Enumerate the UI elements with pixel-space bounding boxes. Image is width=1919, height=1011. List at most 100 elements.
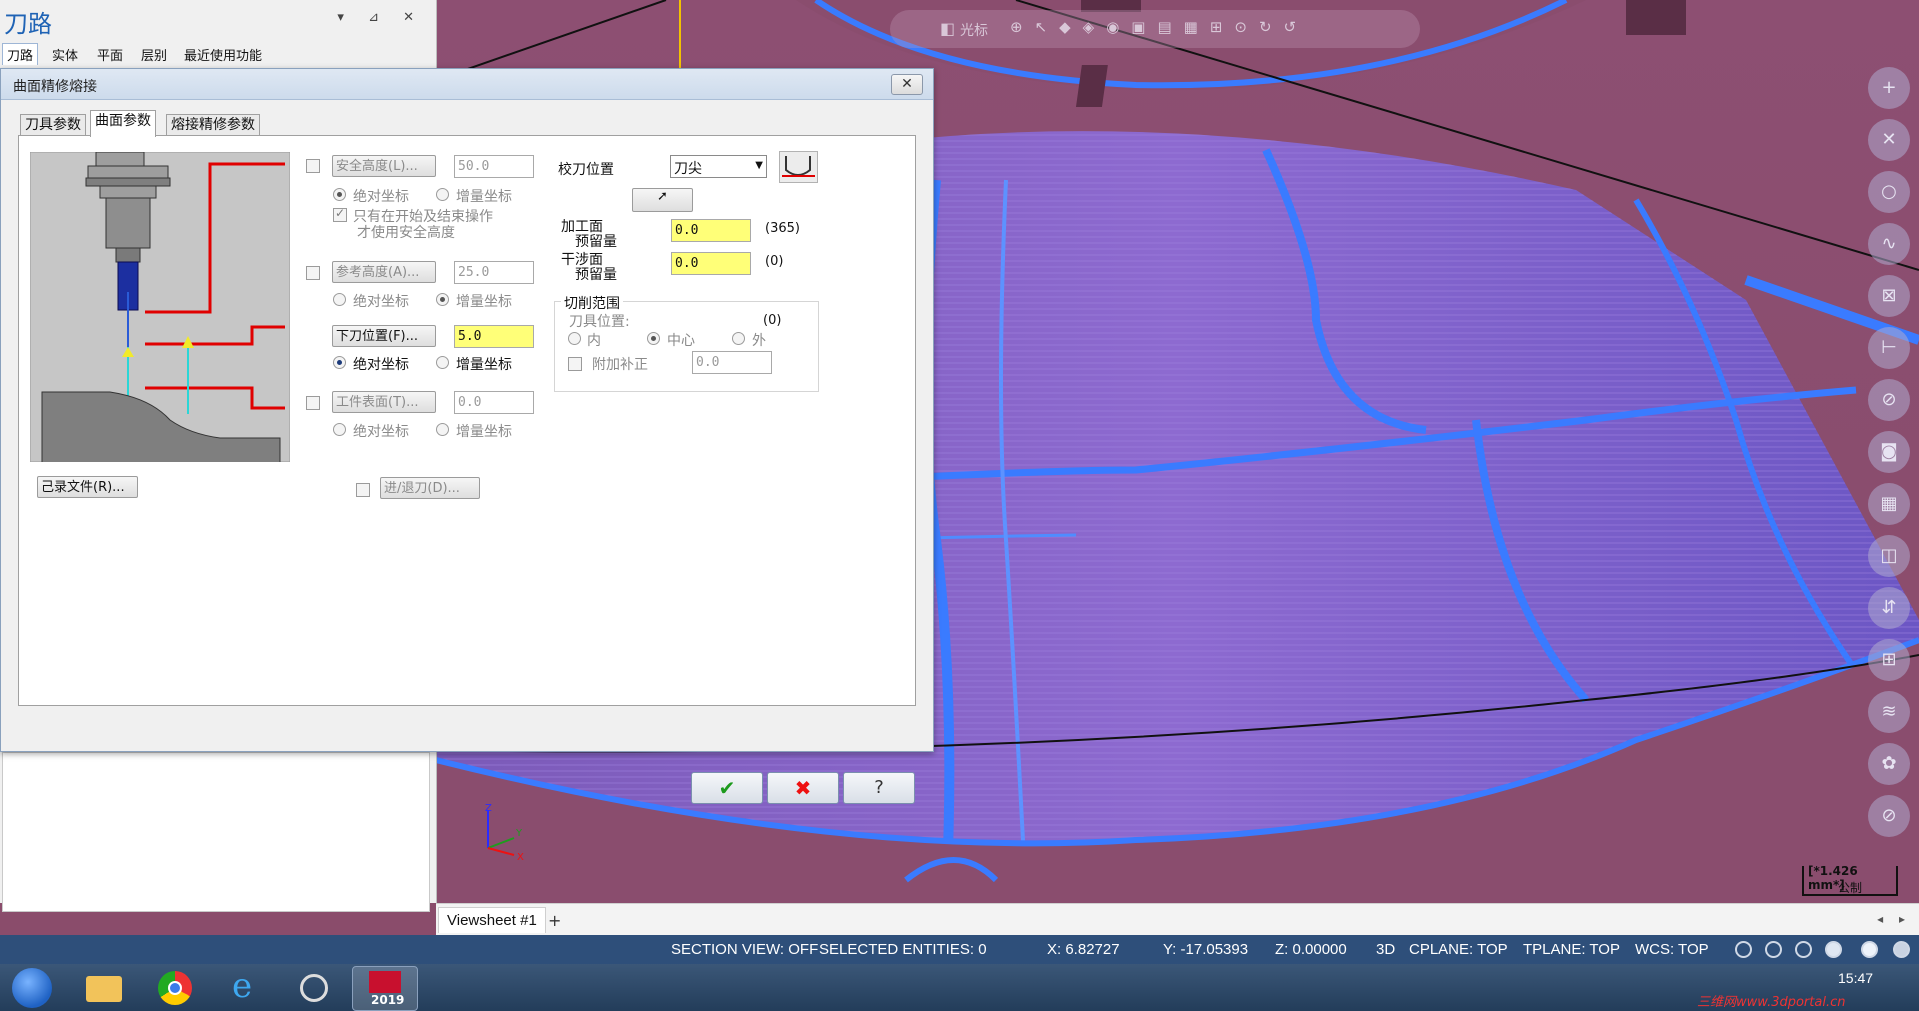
material-icon[interactable] bbox=[1893, 941, 1910, 958]
safe-height-checkbox[interactable] bbox=[306, 159, 320, 173]
section-view-icon[interactable]: ⊠ bbox=[1868, 275, 1910, 317]
internet-explorer-icon[interactable]: e bbox=[212, 966, 276, 1009]
record-file-button[interactable]: 己录文件(R)... bbox=[37, 476, 138, 498]
ref-height-absolute-radio[interactable] bbox=[333, 293, 346, 306]
view-toolbar[interactable]: ◧ 光标 ⊕↖◆◈◉▣▤▦⊞⊙↻↺ bbox=[890, 10, 1420, 48]
top-stock-absolute-label: 绝对坐标 bbox=[353, 424, 409, 440]
entry-exit-button[interactable]: 进/退刀(D)... bbox=[380, 477, 480, 499]
ref-height-incremental-radio[interactable] bbox=[436, 293, 449, 306]
zoom-out-icon[interactable]: ✕ bbox=[1868, 119, 1910, 161]
stack-icon[interactable]: ≋ bbox=[1868, 691, 1910, 733]
file-explorer-icon[interactable] bbox=[72, 966, 136, 1009]
pan-icon[interactable]: ⊘ bbox=[1868, 379, 1910, 421]
only-start-end-checkbox[interactable] bbox=[333, 206, 347, 222]
cursor-arrow-icon: ➚ bbox=[657, 189, 668, 204]
tplane-status[interactable]: TPLANE: TOP bbox=[1523, 941, 1620, 958]
wcs-status[interactable]: WCS: TOP bbox=[1635, 941, 1709, 958]
zoom-fit-icon[interactable]: ○ bbox=[1868, 171, 1910, 213]
help-button[interactable]: ? bbox=[843, 772, 915, 804]
align-icon[interactable]: ⇵ bbox=[1868, 587, 1910, 629]
wireframe-icon[interactable] bbox=[1735, 941, 1752, 958]
z-coordinate[interactable]: Z: 0.00000 bbox=[1275, 941, 1347, 958]
select-surfaces-button[interactable]: ➚ bbox=[632, 188, 693, 212]
extra-comp-input[interactable]: 0.0 bbox=[692, 351, 772, 374]
tab-viewsheet-1[interactable]: Viewsheet #1 bbox=[438, 907, 546, 933]
safe-height-button[interactable]: 安全高度(L)... bbox=[332, 155, 436, 177]
ref-height-button[interactable]: 参考高度(A)... bbox=[332, 261, 436, 283]
tool-pos-inside-radio[interactable] bbox=[568, 332, 581, 345]
section-view-status[interactable]: SECTION VIEW: OFF bbox=[671, 941, 818, 958]
viewsheet-scroll-arrows[interactable]: ◂ ▸ bbox=[1877, 912, 1911, 926]
tab-planes[interactable]: 平面 bbox=[97, 45, 123, 64]
cursor-snap-icon[interactable]: ◧ bbox=[940, 19, 955, 38]
selected-entities-status: SELECTED ENTITIES: 0 bbox=[819, 941, 987, 958]
check-icon: ✔ bbox=[718, 776, 736, 800]
clear-icon[interactable]: ⊘ bbox=[1868, 795, 1910, 837]
feed-plane-input[interactable]: 5.0 bbox=[454, 325, 534, 348]
measure-icon[interactable]: ⊢ bbox=[1868, 327, 1910, 369]
ref-height-input[interactable]: 25.0 bbox=[454, 261, 534, 284]
check-surface-count: (0) bbox=[765, 254, 784, 269]
tab-toolpaths[interactable]: 刀路 bbox=[2, 43, 39, 65]
safe-height-absolute-radio[interactable] bbox=[333, 188, 346, 201]
feed-plane-incremental-radio[interactable] bbox=[436, 356, 449, 369]
check-stock-input[interactable]: 0.0 bbox=[671, 252, 751, 275]
tab-levels[interactable]: 层别 bbox=[141, 45, 167, 64]
drive-stock-input[interactable]: 0.0 bbox=[671, 219, 751, 242]
tab-tool-parameters[interactable]: 刀具参数 bbox=[20, 114, 86, 136]
help-icon: ? bbox=[874, 777, 884, 798]
tab-recent-functions[interactable]: 最近使用功能 bbox=[184, 45, 262, 64]
safe-height-incremental-radio[interactable] bbox=[436, 188, 449, 201]
panel-controls[interactable]: ▾ ⊿ ✕ bbox=[337, 10, 424, 25]
tab-surface-parameters[interactable]: 曲面参数 bbox=[90, 110, 156, 137]
zoom-in-icon[interactable]: + bbox=[1868, 67, 1910, 109]
tool-pos-outside-radio[interactable] bbox=[732, 332, 745, 345]
add-viewsheet-button[interactable]: + bbox=[548, 911, 561, 930]
tab-solids[interactable]: 实体 bbox=[52, 45, 78, 64]
entry-exit-checkbox[interactable] bbox=[356, 483, 370, 497]
tip-comp-value: 刀尖 bbox=[674, 161, 702, 177]
feed-plane-absolute-radio[interactable] bbox=[333, 356, 346, 369]
top-stock-checkbox[interactable] bbox=[306, 396, 320, 410]
chrome-icon[interactable] bbox=[142, 966, 206, 1009]
translucent-icon[interactable] bbox=[1861, 941, 1878, 958]
safe-height-input[interactable]: 50.0 bbox=[454, 155, 534, 178]
top-stock-incremental-radio[interactable] bbox=[436, 423, 449, 436]
top-stock-input[interactable]: 0.0 bbox=[454, 391, 534, 414]
grid-icon[interactable]: ⊞ bbox=[1868, 639, 1910, 681]
shaded-edges-icon[interactable] bbox=[1825, 941, 1842, 958]
feed-plane-absolute-label: 绝对坐标 bbox=[353, 357, 409, 373]
mastercam-icon[interactable]: 2019 bbox=[352, 966, 418, 1011]
shade-icon[interactable]: ◙ bbox=[1868, 431, 1910, 473]
ref-height-checkbox[interactable] bbox=[306, 266, 320, 280]
tip-comp-select[interactable]: 刀尖 ▼ bbox=[670, 155, 767, 178]
feed-plane-button[interactable]: 下刀位置(F)... bbox=[332, 325, 436, 347]
x-icon: ✖ bbox=[794, 776, 812, 800]
axis-y-label: Y bbox=[516, 828, 523, 839]
cplane-status[interactable]: CPLANE: TOP bbox=[1409, 941, 1508, 958]
rotate-icon[interactable]: ∿ bbox=[1868, 223, 1910, 265]
tip-comp-label: 校刀位置 bbox=[558, 162, 614, 178]
dialog-titlebar[interactable]: 曲面精修熔接 ✕ bbox=[1, 69, 933, 100]
view-mode[interactable]: 3D bbox=[1376, 941, 1395, 958]
ok-button[interactable]: ✔ bbox=[691, 772, 763, 804]
layer-icon[interactable]: ▦ bbox=[1868, 483, 1910, 525]
extra-comp-label: 附加补正 bbox=[592, 357, 648, 373]
shaded-icon[interactable] bbox=[1795, 941, 1812, 958]
settings-icon[interactable]: ✿ bbox=[1868, 743, 1910, 785]
view-cube-icon[interactable]: ◫ bbox=[1868, 535, 1910, 577]
start-button[interactable] bbox=[12, 968, 52, 1008]
tool-pos-center-radio[interactable] bbox=[647, 332, 660, 345]
toolbar-icons[interactable]: ⊕↖◆◈◉▣▤▦⊞⊙↻↺ bbox=[1010, 18, 1308, 36]
hidden-line-icon[interactable] bbox=[1765, 941, 1782, 958]
cancel-button[interactable]: ✖ bbox=[767, 772, 839, 804]
top-stock-absolute-radio[interactable] bbox=[333, 423, 346, 436]
close-button[interactable]: ✕ bbox=[891, 74, 923, 95]
app-icon[interactable] bbox=[282, 966, 346, 1009]
top-stock-button[interactable]: 工件表面(T)... bbox=[332, 391, 436, 413]
mastercam-year: 2019 bbox=[371, 993, 405, 1007]
extra-comp-checkbox[interactable] bbox=[568, 357, 582, 371]
toolpath-tree-area[interactable] bbox=[2, 752, 430, 912]
clock[interactable]: 15:47 bbox=[1838, 970, 1873, 986]
tab-blend-finish-parameters[interactable]: 熔接精修参数 bbox=[166, 114, 260, 136]
